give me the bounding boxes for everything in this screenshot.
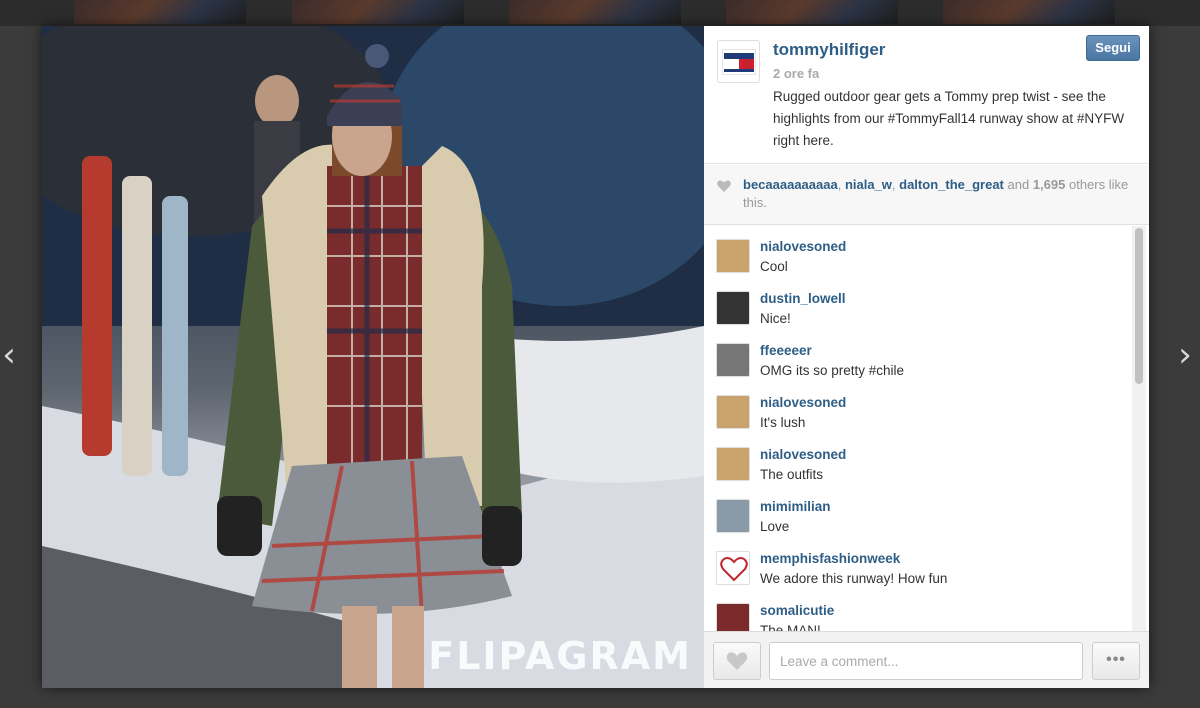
comment-footer: •••	[704, 631, 1149, 688]
post-photo: FLIPAGRAM	[42, 26, 704, 688]
heart-icon	[726, 652, 748, 670]
list-item: nialovesoned It's lush	[704, 382, 1124, 434]
comment-text: The outfits	[760, 467, 824, 482]
avatar[interactable]	[716, 395, 750, 429]
comment-username[interactable]: somalicutie	[760, 603, 834, 618]
post-timestamp: 2 ore fa	[773, 66, 820, 81]
list-item: mimimilian Love	[704, 486, 1124, 538]
comment-text: We adore this runway! How fun	[760, 571, 948, 586]
comment-text: Love	[760, 519, 790, 534]
thumbnail-image[interactable]	[74, 0, 246, 24]
avatar[interactable]	[716, 291, 750, 325]
comment-text: Cool	[760, 259, 788, 274]
list-item: memphisfashionweek We adore this runway!…	[704, 538, 1124, 590]
list-item: nialovesoned Cool	[704, 226, 1124, 278]
thumbnail-image[interactable]	[943, 0, 1115, 24]
liker-username[interactable]: dalton_the_great	[899, 177, 1004, 192]
avatar[interactable]	[716, 551, 750, 585]
comment-username[interactable]: mimimilian	[760, 499, 831, 514]
comment-username[interactable]: nialovesoned	[760, 447, 846, 462]
heart-icon	[717, 180, 731, 192]
comment-text: Nice!	[760, 311, 791, 326]
thumbnail-strip	[0, 0, 1200, 26]
post-username[interactable]: tommyhilfiger	[773, 40, 885, 60]
comments-scrollbar[interactable]	[1132, 226, 1146, 631]
post-modal: FLIPAGRAM tommyhilfiger 2 ore fa Rugged …	[42, 26, 1149, 688]
likes-and: and	[1003, 177, 1033, 192]
heart-logo-icon	[720, 557, 748, 582]
comment-username[interactable]: ffeeeeer	[760, 343, 812, 358]
tommy-flag-logo-icon	[721, 48, 756, 75]
thumbnail-image[interactable]	[292, 0, 464, 24]
thumbnail-image[interactable]	[726, 0, 898, 24]
like-button[interactable]	[713, 642, 761, 680]
list-item: ffeeeeer OMG its so pretty #chile	[704, 330, 1124, 382]
follow-button[interactable]: Segui	[1086, 35, 1140, 61]
avatar[interactable]	[716, 603, 750, 631]
comment-username[interactable]: nialovesoned	[760, 395, 846, 410]
post-header: tommyhilfiger 2 ore fa Rugged outdoor ge…	[704, 26, 1149, 164]
likes-text: becaaaaaaaaaa, niala_w, dalton_the_great…	[743, 176, 1133, 212]
next-arrow-icon[interactable]: ›	[1170, 335, 1200, 375]
likes-count: 1,695	[1032, 177, 1066, 192]
liker-username[interactable]: niala_w	[845, 177, 892, 192]
post-sidebar: tommyhilfiger 2 ore fa Rugged outdoor ge…	[704, 26, 1149, 688]
flipagram-watermark: FLIPAGRAM	[428, 634, 692, 678]
avatar[interactable]	[716, 239, 750, 273]
liker-username[interactable]: becaaaaaaaaaa	[743, 177, 838, 192]
avatar[interactable]	[716, 343, 750, 377]
likes-section: becaaaaaaaaaa, niala_w, dalton_the_great…	[704, 165, 1149, 225]
post-caption: Rugged outdoor gear gets a Tommy prep tw…	[773, 89, 1125, 148]
avatar[interactable]	[717, 40, 760, 83]
previous-arrow-icon[interactable]: ‹	[0, 335, 24, 375]
comment-text: It's lush	[760, 415, 806, 430]
avatar[interactable]	[716, 499, 750, 533]
list-item: dustin_lowell Nice!	[704, 278, 1124, 330]
list-item: somalicutie The MAN!	[704, 590, 1124, 631]
scrollbar-thumb[interactable]	[1135, 228, 1143, 384]
comment-text: OMG its so pretty #chile	[760, 363, 905, 378]
comment-username[interactable]: nialovesoned	[760, 239, 846, 254]
comment-text: The MAN!	[760, 623, 821, 631]
comment-username[interactable]: memphisfashionweek	[760, 551, 900, 566]
avatar[interactable]	[716, 447, 750, 481]
more-options-button[interactable]: •••	[1092, 642, 1140, 680]
list-item: nialovesoned The outfits	[704, 434, 1124, 486]
thumbnail-image[interactable]	[509, 0, 681, 24]
comment-input[interactable]	[769, 642, 1083, 680]
likes-separator: ,	[837, 177, 845, 192]
runway-photo-illustration	[42, 26, 704, 688]
comments-list: nialovesoned Cool dustin_lowell Nice! ff…	[704, 226, 1149, 631]
comment-username[interactable]: dustin_lowell	[760, 291, 846, 306]
